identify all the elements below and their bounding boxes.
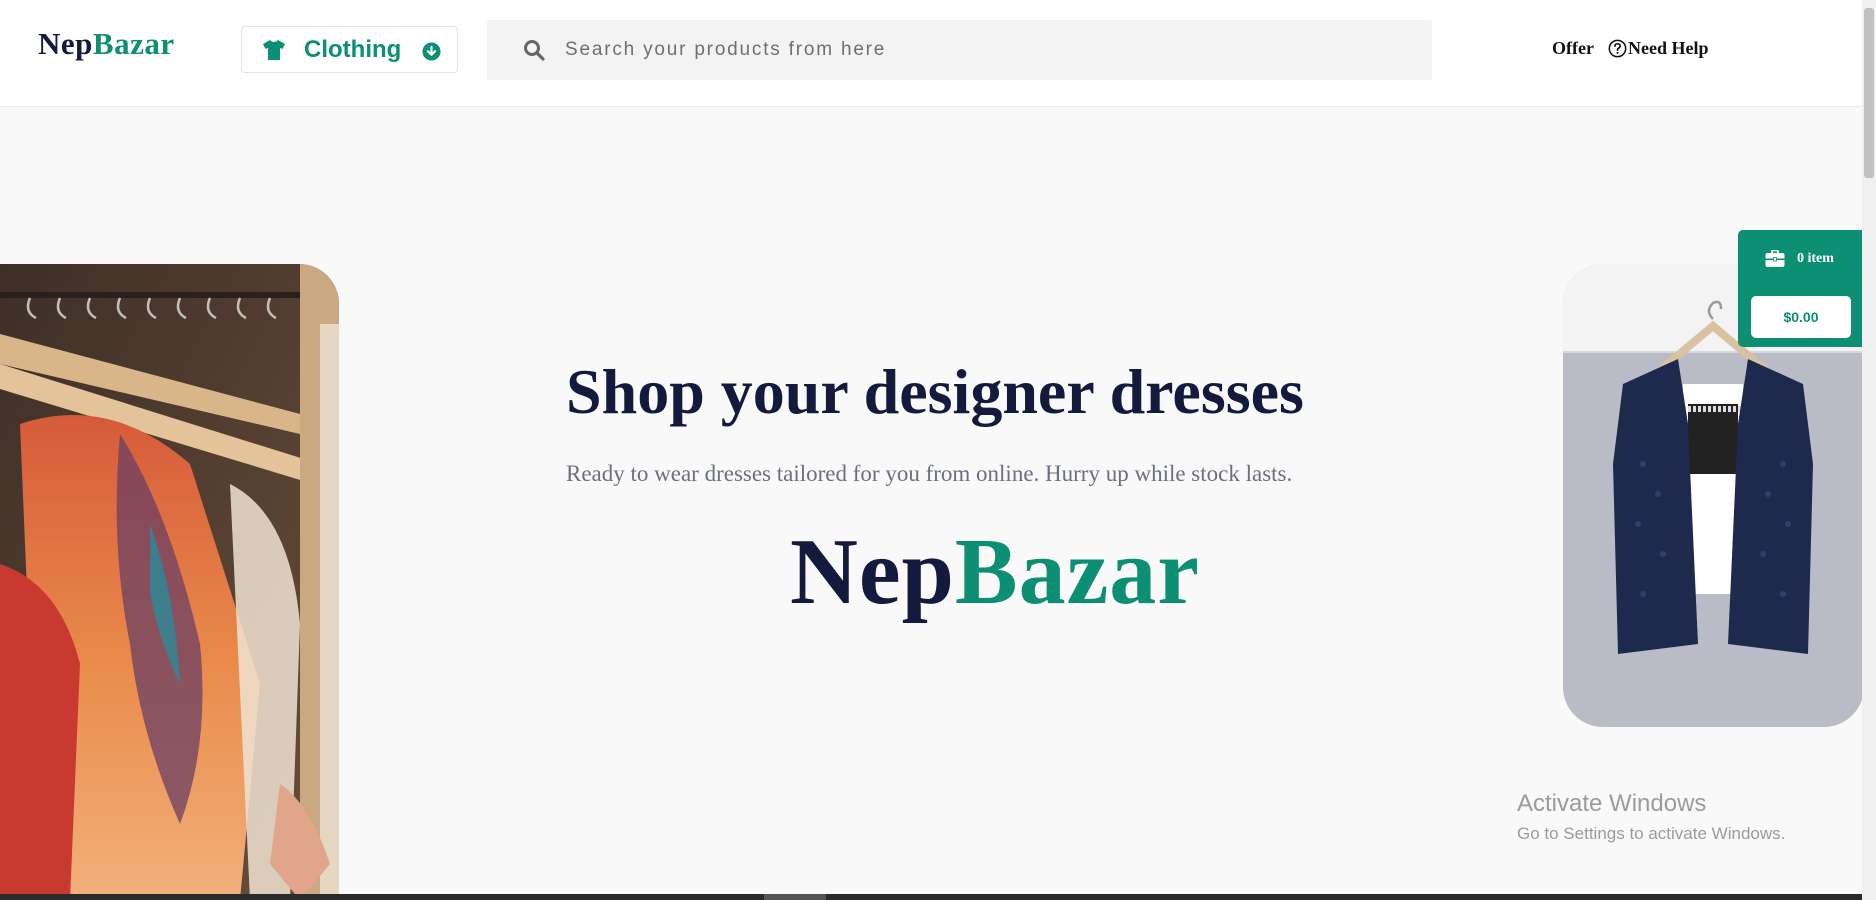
logo-part-bazar: Bazar: [92, 26, 175, 61]
cart-summary: 0 item: [1765, 250, 1834, 268]
hero-brand: NepBazar: [790, 518, 1200, 626]
vertical-scrollbar-thumb[interactable]: [1864, 8, 1874, 178]
watermark-subtitle: Go to Settings to activate Windows.: [1517, 824, 1786, 843]
question-circle-icon: [1608, 39, 1627, 58]
offer-link[interactable]: Offer: [1552, 38, 1594, 59]
header-links: Offer Need Help: [1552, 38, 1708, 59]
need-help-label: Need Help: [1627, 38, 1709, 58]
cart-items-count: 0 item: [1797, 251, 1834, 266]
vertical-scrollbar[interactable]: [1862, 0, 1876, 900]
briefcase-icon: [1765, 250, 1785, 267]
category-dropdown[interactable]: Clothing: [241, 26, 458, 73]
floating-cart[interactable]: 0 item $0.00: [1738, 230, 1862, 347]
hero-headline: Shop your designer dresses: [566, 356, 1304, 427]
brand-part-bazar: Bazar: [954, 520, 1201, 624]
horizontal-scrollbar[interactable]: [0, 894, 1862, 900]
watermark-title: Activate Windows: [1517, 790, 1707, 817]
hero-subtext: Ready to wear dresses tailored for you f…: [566, 461, 1293, 486]
category-label: Clothing: [304, 35, 402, 63]
hero-image-left: [0, 264, 339, 900]
chevron-down-circle-icon: [422, 42, 441, 61]
need-help-link[interactable]: Need Help: [1608, 38, 1709, 59]
logo-part-nep: Nep: [38, 26, 93, 61]
brand-part-nep: Nep: [790, 520, 955, 624]
top-header: NepBazar Clothing Offer Need Help: [0, 0, 1862, 107]
horizontal-scrollbar-thumb[interactable]: [764, 894, 826, 900]
site-logo[interactable]: NepBazar: [38, 26, 175, 62]
search-bar: [487, 20, 1432, 80]
activate-windows-watermark: Activate Windows Go to Settings to activ…: [1517, 790, 1785, 844]
search-icon[interactable]: [523, 39, 545, 61]
search-input[interactable]: [565, 20, 1405, 80]
cart-total: $0.00: [1751, 296, 1851, 338]
tshirt-icon: [263, 39, 285, 60]
